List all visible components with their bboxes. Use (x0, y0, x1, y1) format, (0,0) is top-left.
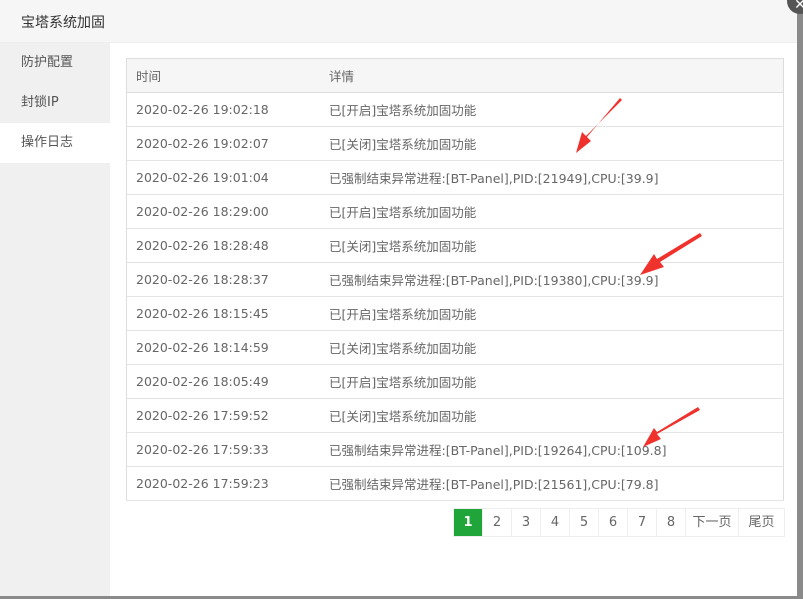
cell-details: 已[开启]宝塔系统加固功能 (320, 194, 784, 229)
dialog-header: 宝塔系统加固 (0, 0, 797, 43)
page-6-button[interactable]: 6 (599, 509, 628, 536)
last-page-button[interactable]: 尾页 (739, 509, 785, 536)
page-4-button[interactable]: 4 (541, 509, 570, 536)
cell-details: 已[开启]宝塔系统加固功能 (320, 364, 784, 399)
sidebar: 防护配置 封锁IP 操作日志 (0, 43, 110, 596)
table-row: 2020-02-26 19:01:04 已强制结束异常进程:[BT-Panel],… (126, 160, 784, 195)
cell-time: 2020-02-26 17:59:23 (126, 466, 320, 501)
page-1-button[interactable]: 1 (454, 509, 483, 536)
table-row: 2020-02-26 19:02:18 已[开启]宝塔系统加固功能 (126, 92, 784, 127)
cell-details: 已[开启]宝塔系统加固功能 (320, 92, 784, 127)
cell-time: 2020-02-26 18:29:00 (126, 194, 320, 229)
cell-details: 已[关闭]宝塔系统加固功能 (320, 126, 784, 161)
table-row: 2020-02-26 18:15:45 已[开启]宝塔系统加固功能 (126, 296, 784, 331)
cell-details: 已[关闭]宝塔系统加固功能 (320, 398, 784, 433)
cell-details: 已强制结束异常进程:[BT-Panel],PID:[19264],CPU:[10… (320, 432, 784, 467)
cell-time: 2020-02-26 18:28:37 (126, 262, 320, 297)
cell-details: 已强制结束异常进程:[BT-Panel],PID:[21949],CPU:[39… (320, 160, 784, 195)
cell-details: 已强制结束异常进程:[BT-Panel],PID:[21561],CPU:[79… (320, 466, 784, 501)
table-row: 2020-02-26 17:59:52 已[关闭]宝塔系统加固功能 (126, 398, 784, 433)
table-row: 2020-02-26 17:59:23 已强制结束异常进程:[BT-Panel],… (126, 466, 784, 501)
page-3-button[interactable]: 3 (512, 509, 541, 536)
column-header-details: 详情 (320, 58, 784, 93)
table-row: 2020-02-26 18:29:00 已[开启]宝塔系统加固功能 (126, 194, 784, 229)
cell-time: 2020-02-26 18:05:49 (126, 364, 320, 399)
cell-time: 2020-02-26 19:01:04 (126, 160, 320, 195)
cell-details: 已[关闭]宝塔系统加固功能 (320, 330, 784, 365)
dialog: 宝塔系统加固 防护配置 封锁IP 操作日志 时间 详情 2020-02-26 1… (0, 0, 797, 596)
cell-time: 2020-02-26 18:14:59 (126, 330, 320, 365)
table-row: 2020-02-26 18:14:59 已[关闭]宝塔系统加固功能 (126, 330, 784, 365)
sidebar-item-protection-config[interactable]: 防护配置 (0, 43, 110, 83)
pagination: 1 2 3 4 5 6 7 8 下一页 尾页 (453, 508, 785, 537)
page-7-button[interactable]: 7 (628, 509, 657, 536)
cell-details: 已[关闭]宝塔系统加固功能 (320, 228, 784, 263)
sidebar-item-operation-log[interactable]: 操作日志 (0, 123, 110, 163)
dialog-title: 宝塔系统加固 (21, 15, 105, 31)
table-row: 2020-02-26 19:02:07 已[关闭]宝塔系统加固功能 (126, 126, 784, 161)
table-row: 2020-02-26 18:28:37 已强制结束异常进程:[BT-Panel],… (126, 262, 784, 297)
next-page-button[interactable]: 下一页 (686, 509, 739, 536)
column-header-time: 时间 (126, 58, 320, 93)
cell-details: 已强制结束异常进程:[BT-Panel],PID:[19380],CPU:[39… (320, 262, 784, 297)
page-2-button[interactable]: 2 (483, 509, 512, 536)
cell-time: 2020-02-26 19:02:18 (126, 92, 320, 127)
page-8-button[interactable]: 8 (657, 509, 686, 536)
page-5-button[interactable]: 5 (570, 509, 599, 536)
cell-time: 2020-02-26 18:15:45 (126, 296, 320, 331)
sidebar-item-block-ip[interactable]: 封锁IP (0, 83, 110, 123)
cell-time: 2020-02-26 18:28:48 (126, 228, 320, 263)
table-row: 2020-02-26 18:28:48 已[关闭]宝塔系统加固功能 (126, 228, 784, 263)
table-row: 2020-02-26 18:05:49 已[开启]宝塔系统加固功能 (126, 364, 784, 399)
cell-time: 2020-02-26 17:59:52 (126, 398, 320, 433)
table-row: 2020-02-26 17:59:33 已强制结束异常进程:[BT-Panel],… (126, 432, 784, 467)
log-table: 时间 详情 2020-02-26 19:02:18 已[开启]宝塔系统加固功能 20… (126, 58, 784, 501)
cell-time: 2020-02-26 19:02:07 (126, 126, 320, 161)
cell-details: 已[开启]宝塔系统加固功能 (320, 296, 784, 331)
cell-time: 2020-02-26 17:59:33 (126, 432, 320, 467)
